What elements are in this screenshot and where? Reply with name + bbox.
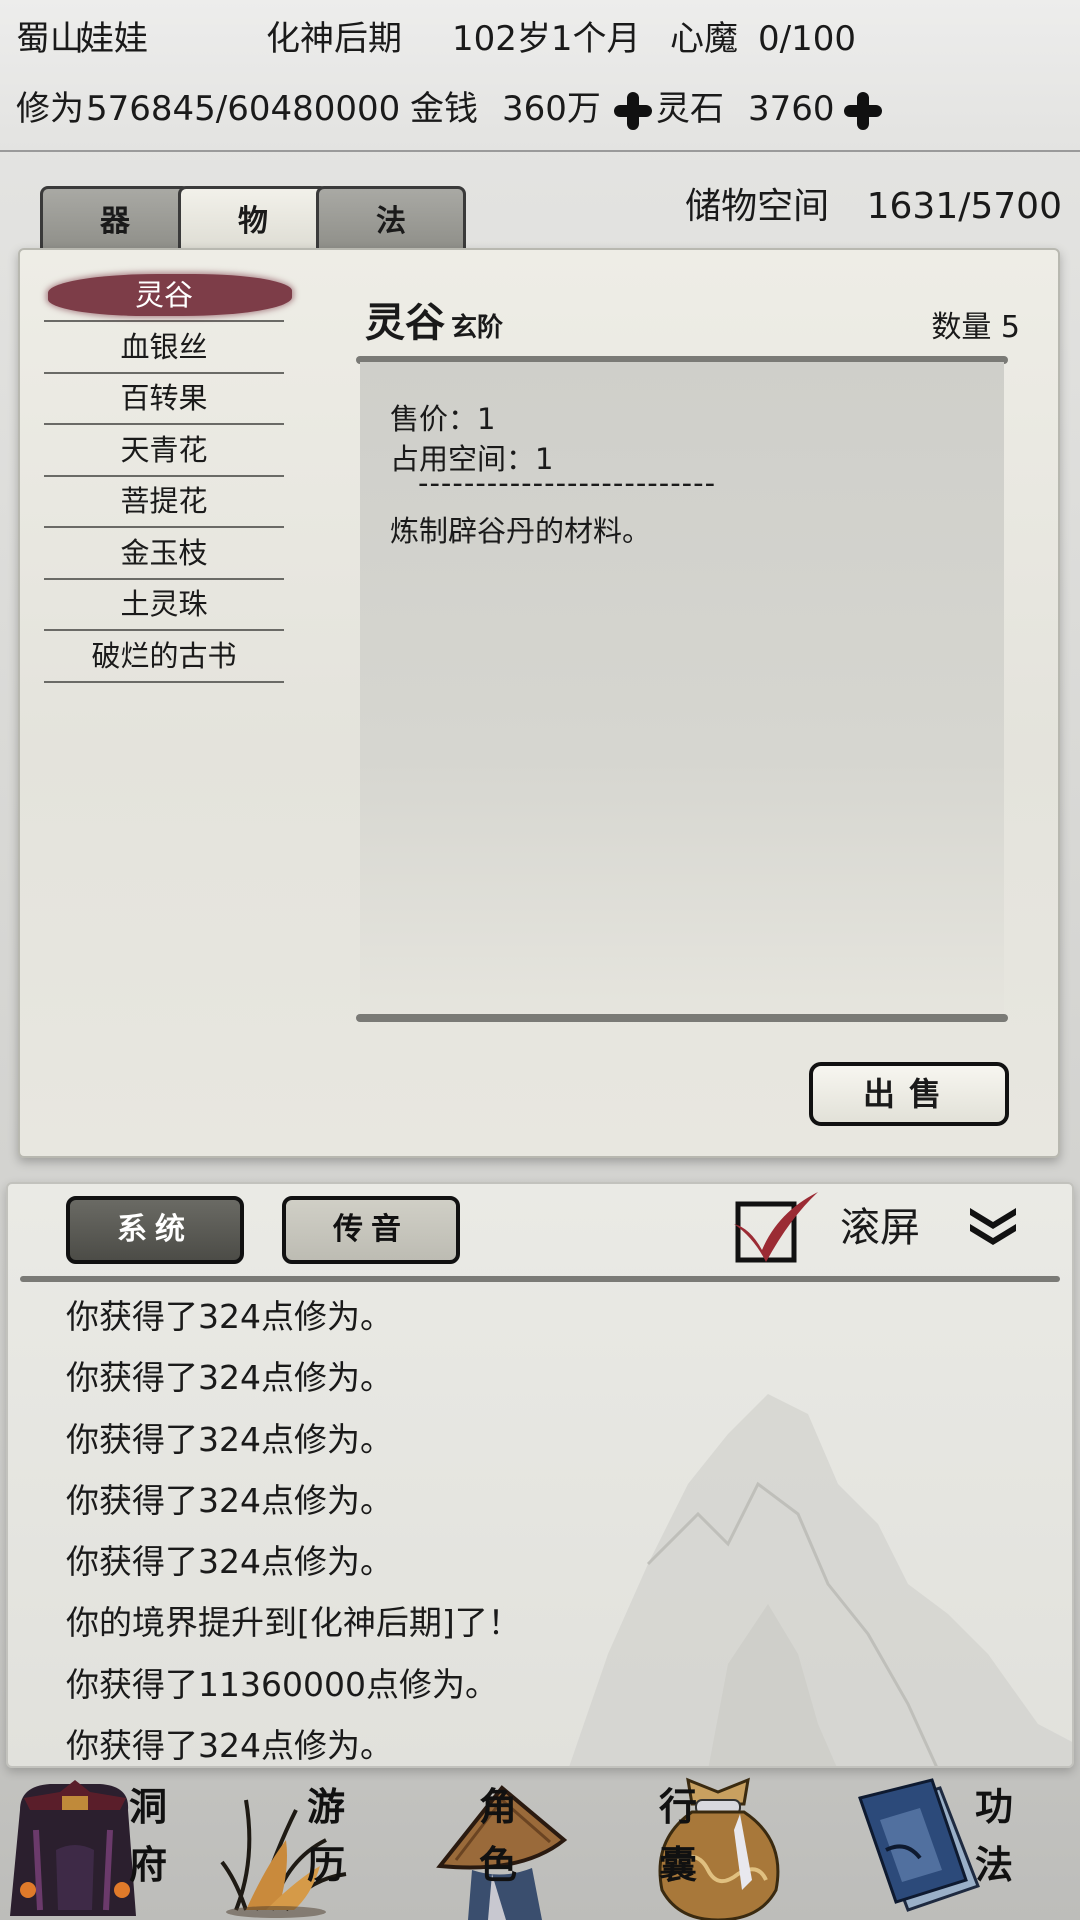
item-label: 破烂的古书 — [91, 638, 237, 673]
item-label: 土灵珠 — [120, 587, 208, 621]
scroll-label: 滚屏 — [840, 1205, 920, 1251]
storage-value: 1631/5700 — [866, 186, 1062, 227]
item-label: 天青花 — [120, 432, 208, 467]
player-sect: 蜀山 — [16, 19, 84, 59]
item-description-box: 售价：1 占用空间：1 -------------------------- 炼… — [360, 362, 1004, 1022]
list-item[interactable]: 菩提花 — [44, 478, 284, 528]
divider-bottom — [356, 1014, 1008, 1022]
nav-label-bottom: 府 — [128, 1842, 167, 1887]
nav-label-bottom: 法 — [974, 1842, 1013, 1887]
inventory-panel: 灵谷 血银丝 百转果 天青花 菩提花 金玉枝 土灵珠 破烂的古书 灵谷 玄阶 数量… — [18, 248, 1060, 1158]
item-label: 灵谷 — [134, 278, 193, 312]
chat-divider — [20, 1276, 1060, 1282]
player-realm: 化神后期 — [266, 19, 402, 59]
tab-techniques[interactable]: 法 — [316, 186, 466, 252]
player-name: 娃娃 — [80, 19, 148, 59]
item-price: 售价：1 — [390, 402, 496, 436]
collapse-chevron-icon[interactable] — [966, 1204, 1020, 1248]
cultivation-value: 576845/60480000 — [86, 89, 401, 129]
list-item[interactable]: 百转果 — [44, 375, 284, 425]
separator-line: -------------------------- — [418, 466, 717, 500]
message-line: 你获得了11360000点修为。 — [66, 1664, 498, 1704]
tab-voice[interactable]: 传音 — [282, 1196, 460, 1264]
nav-label-bottom: 历 — [306, 1842, 345, 1887]
nav-cave-dwelling[interactable]: 洞 府 — [0, 1770, 216, 1920]
item-grade: 玄阶 — [451, 313, 504, 343]
cultivation-label: 修为 — [16, 89, 84, 129]
message-list[interactable]: 你获得了324点修为。 你获得了324点修为。 你获得了324点修为。 你获得了… — [66, 1288, 521, 1766]
item-quantity: 数量 5 — [931, 310, 1020, 345]
list-item[interactable]: 土灵珠 — [44, 581, 284, 631]
item-label: 血银丝 — [120, 329, 208, 364]
status-row-2: 修为 576845/60480000 金钱 360万 灵石 3760 — [0, 72, 1080, 147]
heart-demon-label: 心魔 — [670, 19, 738, 59]
message-line: 你获得了324点修为。 — [66, 1358, 393, 1398]
message-line: 你获得了324点修为。 — [66, 1297, 393, 1336]
plus-icon — [844, 91, 882, 130]
money-value: 360万 — [502, 89, 601, 129]
tab-system[interactable]: 系统 — [66, 1196, 244, 1264]
status-row-1: 蜀山 娃娃 化神后期 102岁1个月 心魔 0/100 — [0, 2, 1080, 77]
item-label: 百转果 — [120, 381, 208, 415]
nav-travel[interactable]: 游 历 — [216, 1770, 432, 1920]
message-line: 你获得了324点修为。 — [66, 1419, 393, 1459]
nav-label-top: 角 — [478, 1784, 517, 1829]
item-label: 金玉枝 — [120, 535, 208, 570]
list-item[interactable]: 灵谷 — [44, 272, 292, 322]
storage-space: 储物空间 1631/5700 — [685, 180, 1062, 234]
message-panel: 系统 传音 滚屏 你获得了324点修为。 你获得了324点修为。 你获得了324… — [6, 1182, 1074, 1768]
tab-equipment[interactable]: 器 — [40, 186, 190, 252]
list-item[interactable]: 天青花 — [44, 427, 284, 477]
tab-items[interactable]: 物 — [178, 186, 328, 252]
item-name: 灵谷 — [365, 299, 445, 346]
bottom-navigation: 洞 府 游 历 角 色 行 囊 功 法 — [0, 1770, 1080, 1920]
list-item[interactable]: 金玉枝 — [44, 530, 284, 580]
scroll-checkbox[interactable] — [732, 1188, 822, 1268]
spirit-stone-label: 灵石 — [656, 89, 724, 129]
list-item[interactable]: 血银丝 — [44, 324, 284, 374]
nav-label-bottom: 色 — [478, 1842, 517, 1887]
player-age: 102岁1个月 — [452, 19, 641, 59]
storage-label: 储物空间 — [685, 186, 830, 227]
add-money-button[interactable] — [614, 72, 652, 147]
item-description: 炼制辟谷丹的材料。 — [390, 514, 652, 548]
message-line: 你获得了324点修为。 — [66, 1726, 393, 1766]
message-line: 你的境界提升到[化神后期]了！ — [66, 1603, 521, 1643]
money-label: 金钱 — [410, 89, 478, 129]
item-title: 灵谷 玄阶 — [365, 290, 503, 348]
spirit-stone-value: 3760 — [748, 89, 835, 129]
nav-label-top: 游 — [306, 1784, 345, 1829]
nav-techniques[interactable]: 功 法 — [858, 1770, 1080, 1920]
nav-label-top: 行 — [658, 1784, 697, 1829]
message-line: 你获得了324点修为。 — [66, 1480, 393, 1520]
sell-button[interactable]: 出售 — [809, 1062, 1009, 1126]
nav-label-bottom: 囊 — [658, 1842, 697, 1887]
heart-demon-value: 0/100 — [758, 19, 856, 59]
item-label: 菩提花 — [120, 484, 208, 518]
item-list: 灵谷 血银丝 百转果 天青花 菩提花 金玉枝 土灵珠 破烂的古书 — [44, 272, 292, 684]
message-line: 你获得了324点修为。 — [66, 1542, 393, 1582]
nav-bag[interactable]: 行 囊 — [648, 1770, 864, 1920]
nav-label-top: 洞 — [128, 1784, 167, 1829]
nav-label-top: 功 — [974, 1784, 1013, 1829]
list-item[interactable]: 破烂的古书 — [44, 633, 284, 683]
status-header: 蜀山 娃娃 化神后期 102岁1个月 心魔 0/100 修为 576845/60… — [0, 0, 1080, 152]
add-spirit-stone-button[interactable] — [844, 72, 882, 147]
plus-icon — [614, 91, 652, 130]
nav-character[interactable]: 角 色 — [432, 1770, 648, 1920]
